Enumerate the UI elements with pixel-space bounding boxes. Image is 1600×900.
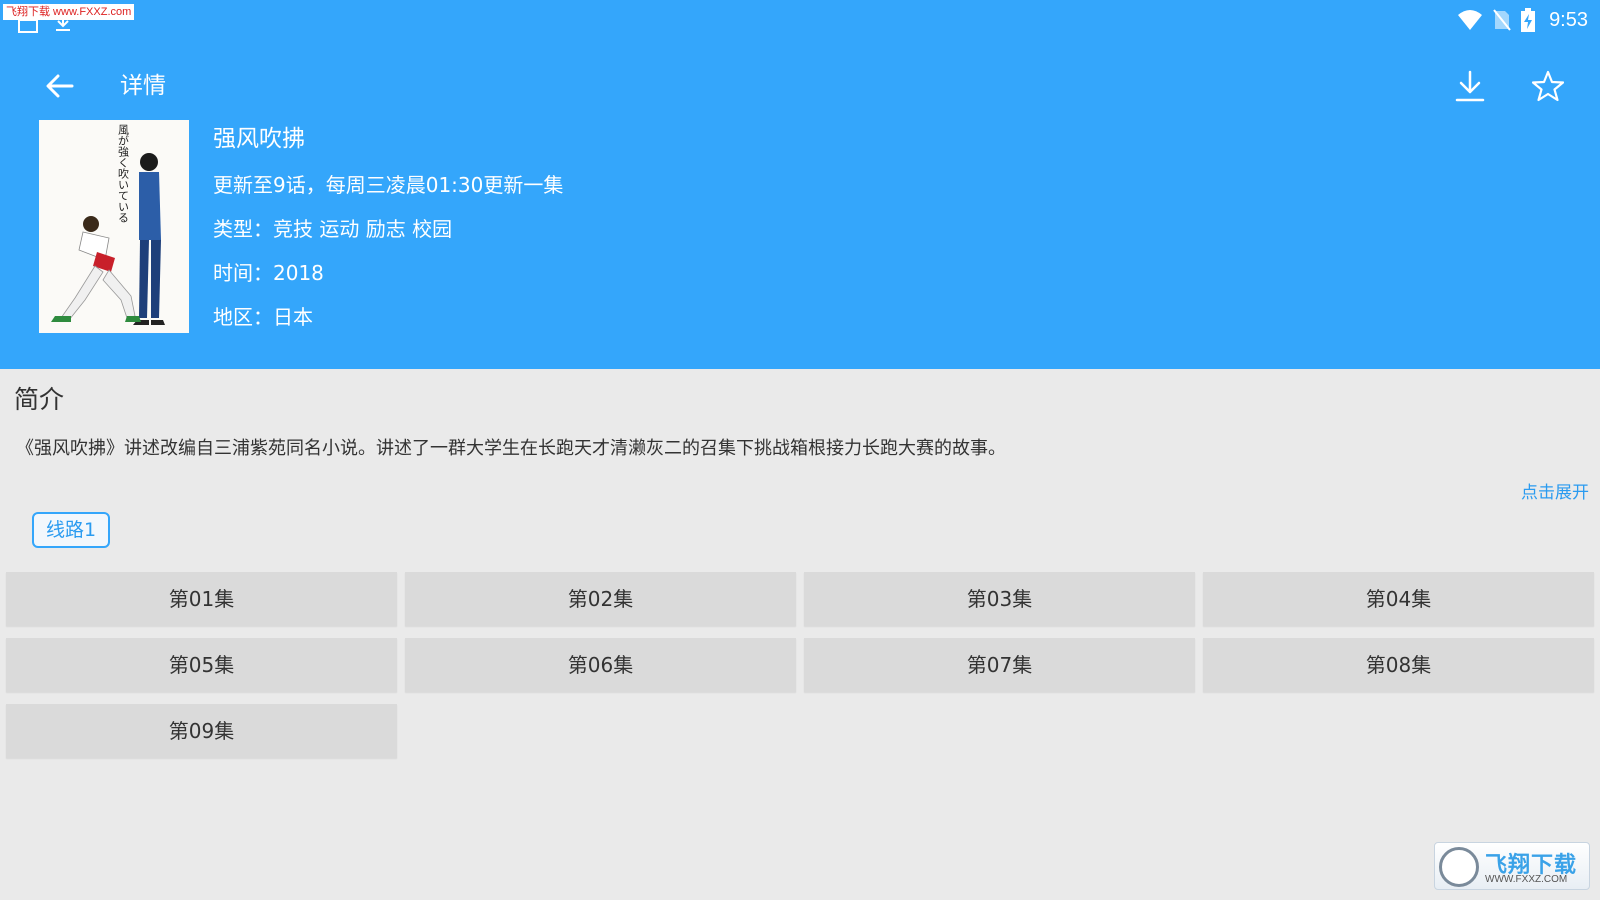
year-text: 时间：2018 — [213, 261, 324, 285]
download-notification-icon — [54, 14, 72, 36]
detail-header: 飞翔下载 www.FXXZ.com 9:53 详情 風が強く吹いている 强风吹拂… — [0, 0, 1600, 369]
anime-title: 强风吹拂 — [213, 126, 305, 152]
wifi-icon — [1457, 9, 1483, 31]
cover-image: 風が強く吹いている — [39, 120, 189, 333]
no-sim-icon — [1493, 9, 1511, 31]
episode-button-03[interactable]: 第03集 — [804, 572, 1195, 626]
expand-synopsis-link[interactable]: 点击展开 — [1521, 478, 1589, 503]
battery-charging-icon — [1521, 8, 1536, 32]
status-bar: 飞翔下载 www.FXXZ.com 9:53 — [0, 0, 1600, 40]
image-notification-icon — [18, 18, 38, 37]
clock-time: 9:53 — [1549, 8, 1588, 31]
poster-title: 風が強く吹いている — [117, 124, 130, 223]
back-button[interactable] — [40, 66, 80, 106]
episode-button-09[interactable]: 第09集 — [6, 704, 397, 758]
episode-button-07[interactable]: 第07集 — [804, 638, 1195, 692]
episode-button-05[interactable]: 第05集 — [6, 638, 397, 692]
corner-watermark-url: WWW.FXXZ.COM — [1485, 874, 1568, 885]
episode-button-02[interactable]: 第02集 — [405, 572, 796, 626]
episode-button-04[interactable]: 第04集 — [1203, 572, 1594, 626]
episode-button-06[interactable]: 第06集 — [405, 638, 796, 692]
download-button[interactable] — [1448, 64, 1492, 108]
favorite-button[interactable] — [1526, 64, 1570, 108]
back-arrow-icon — [46, 74, 74, 98]
synopsis-text: 《强风吹拂》讲述改编自三浦紫苑同名小说。讲述了一群大学生在长跑天才清濑灰二的召集… — [16, 438, 1006, 459]
corner-watermark-logo: 飞翔下载 WWW.FXXZ.COM — [1434, 842, 1590, 890]
download-icon — [1455, 70, 1485, 102]
episode-button-08[interactable]: 第08集 — [1203, 638, 1594, 692]
region-text: 地区：日本 — [213, 305, 313, 329]
logo-circle-icon — [1439, 847, 1479, 887]
toolbar: 详情 — [0, 56, 1600, 116]
star-outline-icon — [1532, 70, 1564, 102]
genre-text: 类型：竞技 运动 励志 校园 — [213, 217, 453, 241]
update-status: 更新至9话，每周三凌晨01:30更新一集 — [213, 173, 564, 197]
episode-button-01[interactable]: 第01集 — [6, 572, 397, 626]
synopsis-heading: 简介 — [14, 385, 65, 414]
route-tab-1[interactable]: 线路1 — [32, 512, 110, 548]
page-title: 详情 — [120, 73, 166, 99]
